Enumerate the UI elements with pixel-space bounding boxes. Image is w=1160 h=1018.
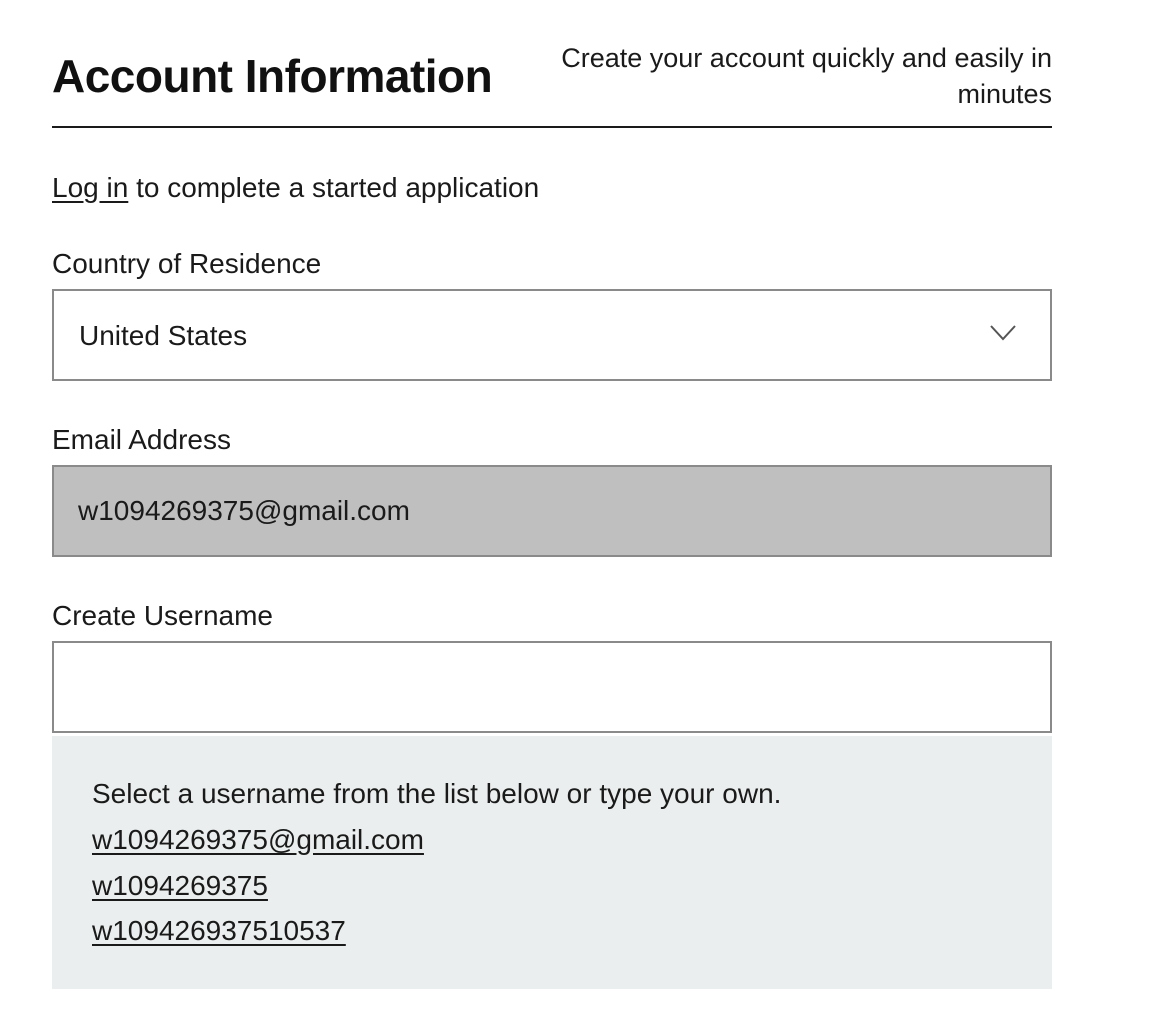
- login-link[interactable]: Log in: [52, 172, 128, 203]
- suggestions-intro: Select a username from the list below or…: [92, 778, 782, 809]
- username-suggestions-panel: Select a username from the list below or…: [52, 736, 1052, 989]
- country-label: Country of Residence: [52, 248, 322, 279]
- email-input: [54, 467, 1050, 555]
- form-header: Account Information Create your account …: [52, 0, 1052, 128]
- login-prompt: Log in to complete a started application: [52, 170, 539, 206]
- chevron-down-icon: [990, 325, 1016, 341]
- email-field: [52, 465, 1052, 557]
- username-field[interactable]: [52, 641, 1052, 733]
- email-label: Email Address: [52, 424, 231, 455]
- username-label: Create Username: [52, 600, 273, 631]
- username-suggestion-link[interactable]: w1094269375@gmail.com: [92, 822, 424, 858]
- username-suggestion-link[interactable]: w1094269375: [92, 868, 268, 904]
- country-select-value: United States: [79, 320, 248, 351]
- username-suggestion-link[interactable]: w109426937510537: [92, 913, 346, 949]
- login-prompt-text: to complete a started application: [128, 172, 540, 203]
- page-title: Account Information: [52, 50, 493, 102]
- country-select[interactable]: United States: [52, 289, 1052, 381]
- header-tagline: Create your account quickly and easily i…: [561, 43, 1052, 109]
- account-form: Account Information Create your account …: [52, 0, 1052, 989]
- username-input[interactable]: [54, 643, 1050, 731]
